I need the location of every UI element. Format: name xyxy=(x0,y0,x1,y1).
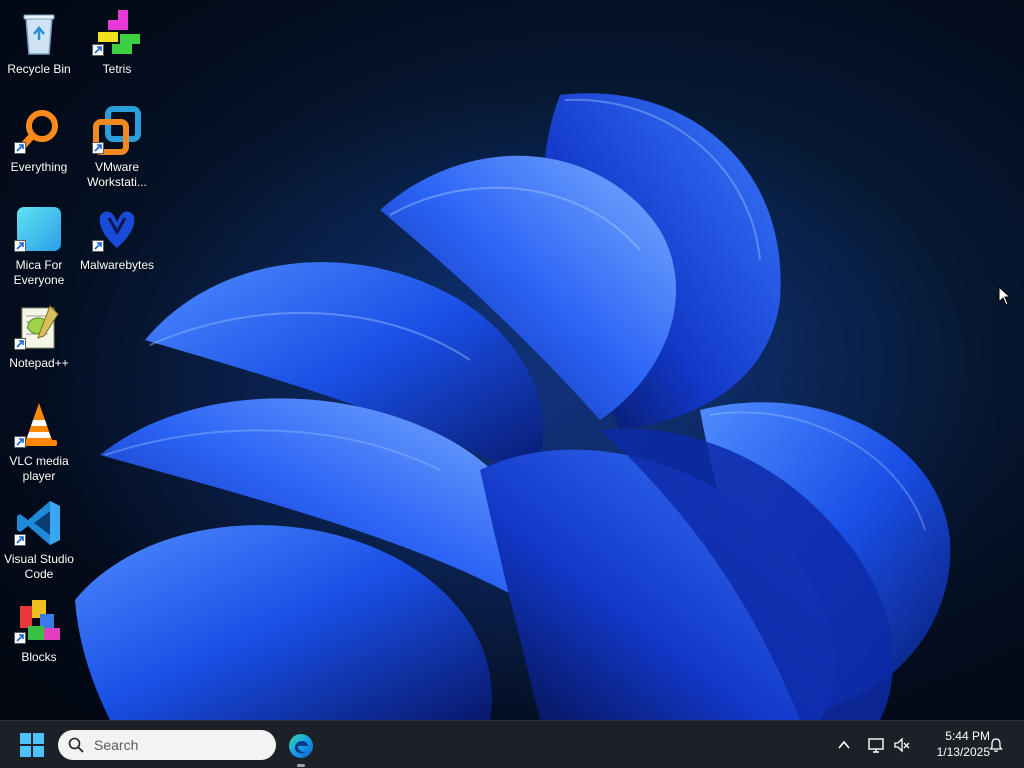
desktop-icon-recycle-bin[interactable]: Recycle Bin xyxy=(0,8,78,77)
shortcut-arrow-icon xyxy=(14,534,26,546)
shortcut-arrow-icon xyxy=(92,142,104,154)
notifications-button[interactable] xyxy=(984,733,1008,757)
shortcut-arrow-icon xyxy=(14,632,26,644)
taskbar-clock[interactable]: 5:44 PM 1/13/2025 xyxy=(916,728,990,760)
desktop-icon-label: Recycle Bin xyxy=(7,62,71,76)
start-button[interactable] xyxy=(14,731,50,759)
taskbar: 5:44 PM 1/13/2025 xyxy=(0,720,1024,768)
desktop-icon-label: Mica For Everyone xyxy=(13,258,65,287)
desktop-icon-label: VMware Workstati... xyxy=(87,160,147,189)
chevron-up-icon xyxy=(838,740,850,749)
blocks-icon xyxy=(14,596,64,646)
taskbar-edge-button[interactable] xyxy=(284,729,318,763)
desktop-icon-label: Blocks xyxy=(21,650,57,664)
network-button[interactable] xyxy=(864,733,888,757)
malwarebytes-icon xyxy=(92,204,142,254)
vlc-icon xyxy=(14,400,64,450)
shortcut-arrow-icon xyxy=(92,44,104,56)
edge-icon xyxy=(289,734,313,758)
search-icon xyxy=(68,737,84,753)
running-indicator xyxy=(297,764,305,767)
windows-logo-icon xyxy=(20,733,44,757)
volume-muted-icon xyxy=(894,737,910,753)
shortcut-arrow-icon xyxy=(14,338,26,350)
everything-search-icon xyxy=(14,106,64,156)
show-hidden-icons-button[interactable] xyxy=(832,733,856,757)
desktop-icon-notepad-plus-plus[interactable]: Notepad++ xyxy=(0,302,78,371)
network-icon xyxy=(868,738,884,753)
desktop-icon-vscode[interactable]: Visual Studio Code xyxy=(0,498,78,582)
taskbar-search-box[interactable] xyxy=(58,730,276,760)
mica-icon xyxy=(14,204,64,254)
clock-date: 1/13/2025 xyxy=(936,745,990,759)
vmware-icon xyxy=(92,106,142,156)
desktop[interactable]: Recycle Bin Everything Mica For Everyone xyxy=(0,0,1024,720)
desktop-icon-vmware[interactable]: VMware Workstati... xyxy=(78,106,156,190)
desktop-icon-blocks[interactable]: Blocks xyxy=(0,596,78,665)
desktop-icon-label: Malwarebytes xyxy=(79,258,155,272)
tetris-icon xyxy=(92,8,142,58)
desktop-icon-label: Tetris xyxy=(102,62,132,76)
volume-button[interactable] xyxy=(890,733,914,757)
shortcut-arrow-icon xyxy=(14,436,26,448)
desktop-icon-mica-for-everyone[interactable]: Mica For Everyone xyxy=(0,204,78,288)
desktop-icon-everything[interactable]: Everything xyxy=(0,106,78,175)
vscode-icon xyxy=(14,498,64,548)
mouse-cursor-icon xyxy=(998,286,1012,306)
clock-time: 5:44 PM xyxy=(945,729,990,743)
desktop-icon-malwarebytes[interactable]: Malwarebytes xyxy=(78,204,156,273)
desktop-icon-vlc[interactable]: VLC media player xyxy=(0,400,78,484)
desktop-icon-label: Visual Studio Code xyxy=(4,552,74,581)
bell-icon xyxy=(989,738,1003,752)
recycle-bin-icon xyxy=(14,8,64,58)
desktop-icon-label: VLC media player xyxy=(9,454,69,483)
search-input[interactable] xyxy=(92,736,256,754)
desktop-icon-tetris[interactable]: Tetris xyxy=(78,8,156,77)
shortcut-arrow-icon xyxy=(14,240,26,252)
notepad-plus-plus-icon xyxy=(14,302,64,352)
shortcut-arrow-icon xyxy=(92,240,104,252)
shortcut-arrow-icon xyxy=(14,142,26,154)
